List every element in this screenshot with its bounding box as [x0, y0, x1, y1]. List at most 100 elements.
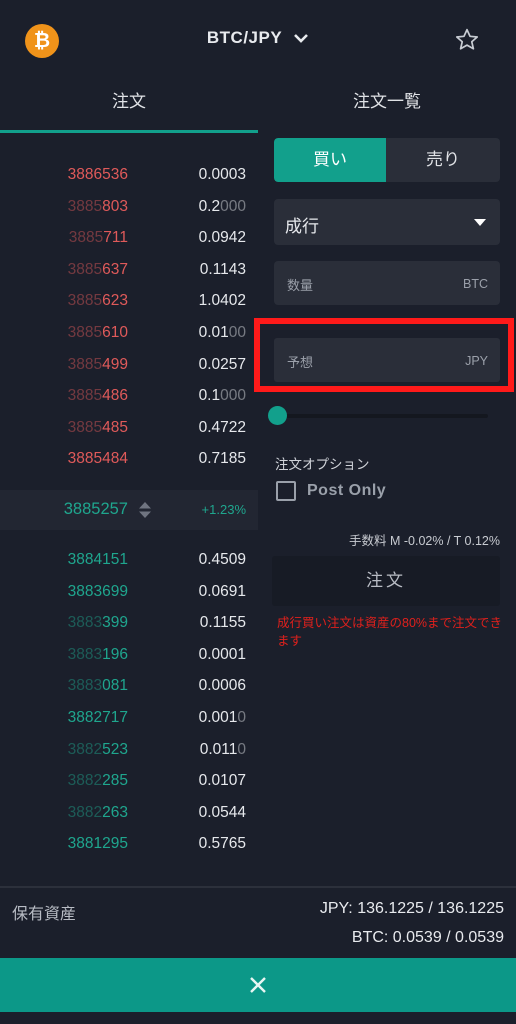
- ask-price: 3885637: [68, 261, 128, 279]
- price-prefix: 3885: [67, 292, 103, 310]
- bid-row[interactable]: 3882523 0.0110: [0, 735, 258, 767]
- estimate-placeholder: 予想: [287, 355, 314, 370]
- tab-order[interactable]: 注文: [0, 80, 258, 134]
- bid-row[interactable]: 3882263 0.0544: [0, 798, 258, 830]
- bid-row[interactable]: 3884151 0.4509: [0, 545, 258, 577]
- ask-price: 3885499: [68, 356, 128, 374]
- post-only-checkbox[interactable]: [276, 481, 296, 501]
- price-suffix: 263: [102, 803, 128, 821]
- bid-quantity: 0.0110: [200, 741, 246, 759]
- post-only-label[interactable]: Post Only: [307, 482, 386, 500]
- bid-price: 3882285: [68, 772, 128, 790]
- amount-slider-handle[interactable]: [268, 406, 287, 425]
- qty-trailing: 000: [220, 197, 246, 215]
- qty-main: 0.0942: [198, 229, 246, 247]
- qty-main: 0.4722: [198, 418, 246, 436]
- bid-row[interactable]: 3882285 0.0107: [0, 766, 258, 798]
- amount-slider-track[interactable]: [278, 414, 488, 418]
- submit-order-button[interactable]: 注文: [272, 556, 500, 606]
- quantity-input[interactable]: 数量 BTC: [274, 261, 500, 305]
- qty-main: 0.2: [198, 197, 221, 215]
- price-suffix: 523: [102, 740, 128, 758]
- last-price: 3885257: [63, 500, 128, 518]
- order-type-select[interactable]: 成行: [274, 199, 500, 245]
- order-warning: 成行買い注文は資産の80%まで注文できます: [277, 616, 503, 648]
- bid-row[interactable]: 3882717 0.0010: [0, 703, 258, 735]
- ask-row[interactable]: 3885484 0.7185: [0, 444, 258, 476]
- buy-button[interactable]: 買い: [274, 138, 386, 182]
- qty-trailing: 0: [237, 740, 246, 758]
- bid-row[interactable]: 3883196 0.0001: [0, 640, 258, 672]
- order-type-value: 成行: [285, 217, 319, 236]
- qty-main: 0.1155: [199, 614, 246, 632]
- price-suffix: 499: [102, 355, 128, 373]
- sell-button[interactable]: 売り: [386, 138, 500, 182]
- qty-main: 0.7185: [198, 450, 246, 468]
- ask-quantity: 1.0402: [199, 292, 246, 310]
- bid-row[interactable]: 3883699 0.0691: [0, 577, 258, 609]
- bid-quantity: 0.5765: [199, 835, 246, 853]
- bid-price: 3882523: [68, 741, 128, 759]
- price-prefix: 3885: [68, 229, 104, 247]
- ask-price: 3885486: [68, 387, 128, 405]
- qty-main: 0.0257: [198, 355, 246, 373]
- ask-row[interactable]: 3885637 0.1143: [0, 255, 258, 287]
- qty-main: 0.1143: [199, 260, 246, 278]
- bid-row[interactable]: 3881295 0.5765: [0, 829, 258, 861]
- qty-main: 0.0544: [198, 803, 246, 821]
- ask-row[interactable]: 3885610 0.0100: [0, 318, 258, 350]
- price-suffix: 399: [102, 614, 128, 632]
- ask-quantity: 0.0942: [199, 229, 246, 247]
- close-button[interactable]: [0, 958, 516, 1012]
- bid-quantity: 0.0544: [199, 804, 246, 822]
- bid-price: 3883399: [68, 614, 128, 632]
- price-suffix: 3883699: [67, 582, 128, 600]
- estimate-input[interactable]: 予想 JPY: [274, 338, 500, 382]
- orderbook-mid-price: 3885257 +1.23%: [0, 490, 258, 530]
- bid-price: 3883081: [68, 677, 128, 695]
- bid-row[interactable]: 3883399 0.1155: [0, 608, 258, 640]
- close-icon: [250, 977, 266, 993]
- star-outline-icon[interactable]: [454, 27, 480, 53]
- price-suffix: 711: [103, 229, 128, 247]
- price-prefix: 3885: [67, 355, 103, 373]
- price-change: +1.23%: [201, 502, 246, 517]
- bid-price: 3883699: [68, 583, 128, 601]
- order-options-title: 注文オプション: [275, 457, 370, 472]
- bid-price: 3883196: [68, 646, 128, 664]
- qty-main: 0.5765: [198, 835, 246, 853]
- active-tab-indicator: [0, 130, 258, 133]
- ask-row[interactable]: 3885499 0.0257: [0, 350, 258, 382]
- tab-order-list[interactable]: 注文一覧: [258, 80, 516, 134]
- bid-row[interactable]: 3883081 0.0006: [0, 671, 258, 703]
- bid-price: 3884151: [68, 551, 128, 569]
- price-suffix: 610: [102, 323, 128, 341]
- pair-selector[interactable]: BTC/JPY: [0, 28, 516, 49]
- ask-row[interactable]: 3885803 0.2000: [0, 192, 258, 224]
- qty-trailing: 00: [228, 323, 246, 341]
- price-prefix: 3883: [67, 614, 103, 632]
- qty-main: 0.0006: [198, 677, 246, 695]
- ask-row[interactable]: 3885486 0.1000: [0, 381, 258, 413]
- ask-row[interactable]: 3885711 0.0942: [0, 223, 258, 255]
- assets-label: 保有資産: [12, 906, 77, 923]
- price-suffix: 623: [102, 292, 128, 310]
- price-prefix: 3882: [67, 772, 103, 790]
- quantity-unit: BTC: [463, 277, 488, 291]
- btc-balance: BTC: 0.0539 / 0.0539: [351, 929, 504, 946]
- price-prefix: 3882: [67, 740, 103, 758]
- bid-price: 3882263: [68, 804, 128, 822]
- bid-quantity: 0.0006: [199, 677, 246, 695]
- ask-row[interactable]: 3886536 0.0003: [0, 160, 258, 192]
- qty-main: 0.0691: [198, 582, 246, 600]
- price-prefix: 3885: [67, 323, 103, 341]
- orderbook-asks: 3886536 0.0003 3885803 0.2000 3885711 0.0942 3…: [0, 160, 258, 476]
- estimate-unit: JPY: [465, 354, 488, 368]
- fee-info: 手数料 M -0.02% / T 0.12%: [349, 534, 500, 548]
- price-suffix: 3885484: [67, 450, 128, 468]
- ask-row[interactable]: 3885623 1.0402: [0, 286, 258, 318]
- ask-quantity: 0.7185: [199, 450, 246, 468]
- pair-label: BTC/JPY: [206, 28, 282, 47]
- bottom-strip: [0, 1012, 516, 1024]
- ask-row[interactable]: 3885485 0.4722: [0, 413, 258, 445]
